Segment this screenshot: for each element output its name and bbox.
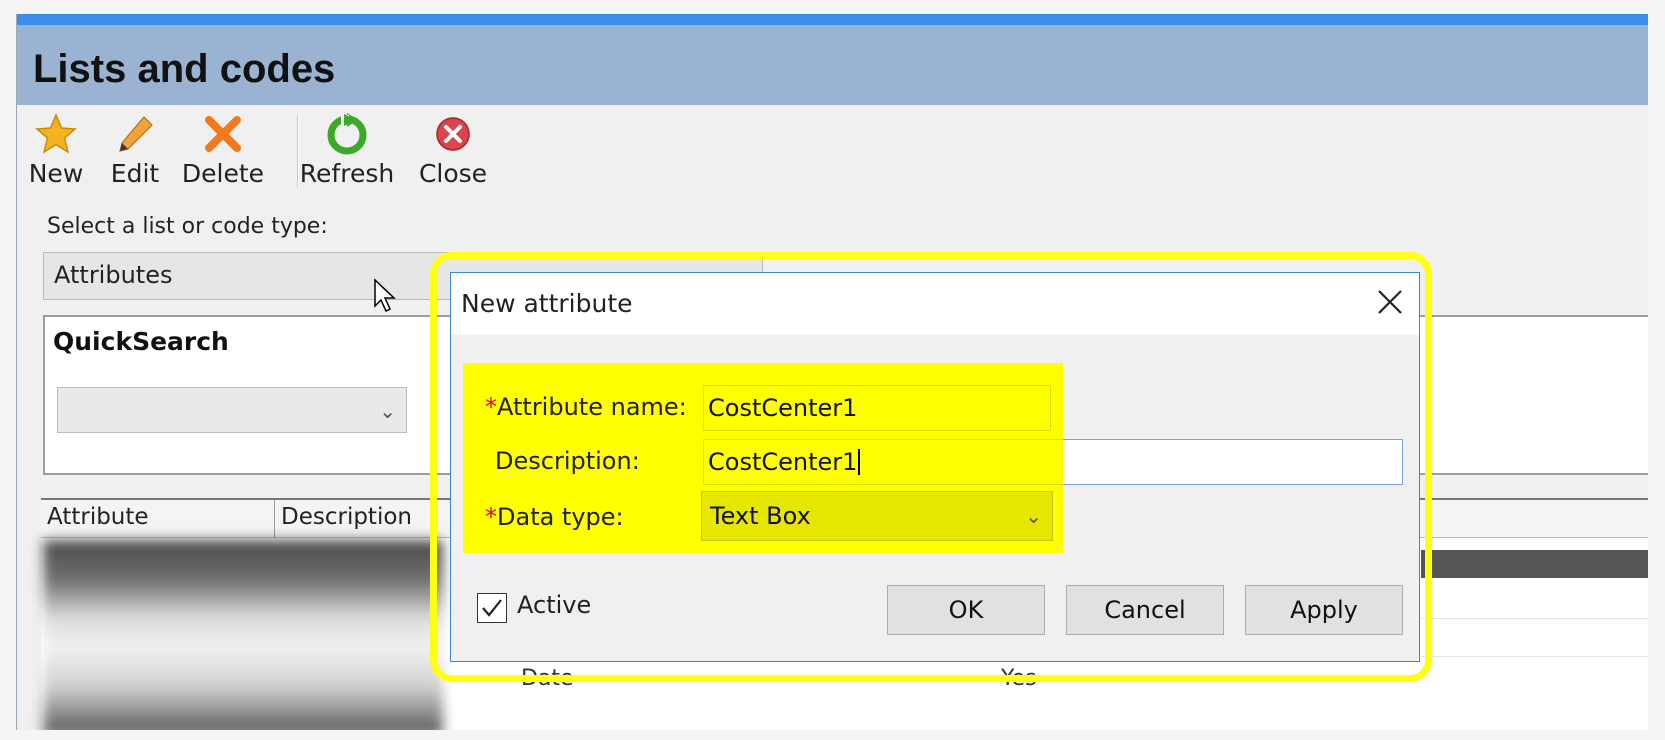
required-marker: * [485, 393, 497, 421]
row-divider [1421, 656, 1648, 657]
blurred-rows [43, 540, 443, 730]
toolbar-separator [297, 115, 298, 187]
edit-button[interactable]: Edit [107, 111, 163, 193]
mouse-cursor-icon [374, 278, 396, 313]
delete-button[interactable]: Delete [181, 111, 265, 193]
active-label: Active [517, 591, 592, 619]
quicksearch-title: QuickSearch [53, 327, 229, 356]
attribute-name-label: *Attribute name: [485, 393, 687, 421]
list-type-value: Attributes [54, 261, 173, 289]
attribute-name-input[interactable]: CostCenter1 [703, 385, 1051, 431]
new-button-label: New [28, 159, 84, 188]
dialog-title: New attribute [461, 289, 633, 318]
window-title: Lists and codes [33, 47, 336, 91]
active-checkbox[interactable] [477, 593, 507, 623]
dialog-close-icon [1378, 290, 1402, 314]
screenshot-frame: Lists and codes New Edit Delete Refresh … [0, 0, 1665, 740]
window-title-bar: Lists and codes [17, 25, 1648, 105]
checkmark-icon [482, 599, 502, 617]
row-divider [1421, 618, 1648, 619]
data-type-label: *Data type: [485, 503, 624, 531]
toolbar: New Edit Delete Refresh Close [17, 105, 1648, 201]
refresh-icon [327, 113, 367, 155]
edit-button-label: Edit [110, 159, 160, 188]
cancel-button[interactable]: Cancel [1066, 585, 1224, 635]
ok-button[interactable]: OK [887, 585, 1045, 635]
quicksearch-combo[interactable]: ⌄ [57, 387, 407, 433]
data-type-select[interactable]: Text Box ⌄ [701, 491, 1053, 541]
apply-button[interactable]: Apply [1245, 585, 1403, 635]
close-circle-icon [436, 117, 470, 151]
close-button[interactable]: Close [417, 111, 489, 193]
data-type-value: Text Box [710, 502, 811, 530]
chevron-down-icon: ⌄ [1025, 504, 1042, 528]
selected-row-highlight [1421, 550, 1648, 578]
close-button-label: Close [418, 159, 488, 188]
description-label: Description: [495, 447, 640, 475]
delete-x-icon [205, 116, 241, 152]
delete-button-label: Delete [181, 159, 265, 188]
chevron-down-icon: ⌄ [379, 399, 396, 423]
star-icon [35, 113, 77, 154]
dialog-title-bar: New attribute [451, 273, 1419, 335]
description-input-extension[interactable] [1063, 439, 1403, 485]
pencil-icon [119, 116, 153, 152]
dialog-close-button[interactable] [1373, 285, 1407, 319]
text-caret [858, 449, 861, 475]
list-type-label: Select a list or code type: [47, 214, 328, 239]
column-header-attribute[interactable]: Attribute [41, 500, 275, 538]
refresh-button-label: Refresh [299, 159, 395, 188]
description-input[interactable]: CostCenter1 [703, 439, 1063, 485]
new-attribute-dialog: New attribute *Attribute name: CostCente… [450, 272, 1420, 662]
new-button[interactable]: New [27, 111, 85, 193]
required-marker: * [485, 503, 497, 531]
window-accent-stripe [17, 14, 1648, 25]
refresh-button[interactable]: Refresh [300, 111, 394, 193]
